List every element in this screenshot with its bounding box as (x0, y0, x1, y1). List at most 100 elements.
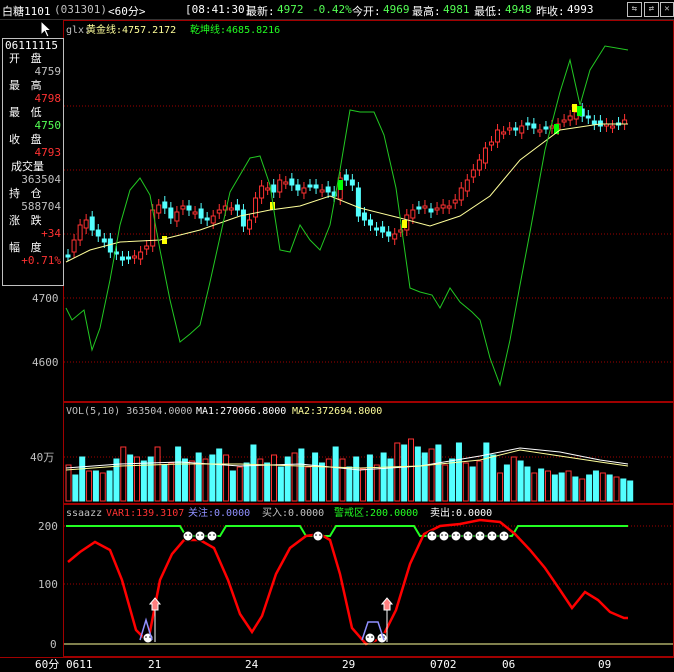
candle-body (489, 141, 494, 146)
var1-line (67, 518, 628, 646)
candle-body (277, 179, 283, 193)
smiley-eye (371, 636, 373, 638)
volume-bar (394, 442, 401, 502)
warning-zone-line (66, 525, 628, 537)
window-maximize-icon[interactable]: ⇄ (644, 2, 659, 17)
smiley-icon (462, 530, 474, 542)
volume-bar (216, 448, 223, 502)
candle-body (307, 184, 313, 188)
x-date-0702: 0702 (430, 658, 457, 671)
smiley-eye (493, 534, 495, 536)
candle-body (77, 224, 83, 241)
candle-body (386, 231, 392, 237)
volume-bar (428, 448, 435, 502)
x-date-09: 09 (598, 658, 611, 671)
volume-bar (127, 454, 134, 502)
high-value: 4981 (443, 3, 470, 16)
warning-label: 警戒区:200.0000 (334, 506, 418, 519)
candle-body (228, 207, 234, 211)
volume-bar (277, 466, 284, 502)
prev-close-value: 4993 (567, 3, 594, 16)
candle-body (561, 119, 567, 123)
change-pct: -0.42% (312, 3, 352, 16)
smiley-icon (312, 530, 324, 542)
smiley-icon (450, 530, 462, 542)
smiley-eye (481, 534, 483, 536)
gold-line-label: 黄金线:4757.2172 (86, 23, 176, 36)
volume-bar (462, 462, 469, 502)
volume-bar-series (65, 438, 634, 502)
info-high-label: 最 高 (9, 79, 44, 92)
volume-bar (305, 466, 312, 502)
smiley-eye (315, 534, 317, 536)
volume-bar (483, 442, 490, 502)
x-axis: 60分 0611 21 24 29 0702 06 09 (0, 657, 674, 671)
volume-bar (353, 456, 360, 502)
smiley-icon (182, 530, 194, 542)
info-open-value: 4759 (34, 65, 62, 78)
volume-bar (558, 472, 565, 502)
volume-bar (373, 464, 380, 502)
smiley-eye (209, 534, 211, 536)
volume-bar (325, 458, 332, 502)
info-hold-label: 持 仓 (9, 187, 44, 200)
volume-bar (271, 454, 277, 502)
volume-bar (517, 460, 524, 502)
smiley-eye (433, 534, 435, 536)
quote-time: [08:41:30] (185, 3, 252, 16)
candle-body (519, 125, 525, 134)
candle-body (107, 238, 113, 253)
low-value: 4948 (505, 3, 532, 16)
candle-body (126, 256, 131, 260)
smiley-eye (213, 534, 215, 536)
volume-bar (209, 454, 216, 502)
volume-bar (236, 466, 243, 502)
attention-label: 关注:0.0000 (188, 506, 250, 519)
volume-bar (120, 446, 127, 502)
info-close-value: 4793 (34, 146, 62, 159)
volume-bar (360, 468, 367, 502)
info-change-label: 涨 跌 (9, 214, 44, 227)
y-tick-4600: 4600 (32, 356, 59, 369)
candle-body (416, 206, 422, 210)
window-close-icon[interactable]: ✕ (660, 2, 674, 17)
candle-body (392, 233, 398, 240)
volume-bar (551, 474, 558, 502)
candle-body (476, 159, 482, 171)
info-volume-value: 363504 (21, 173, 61, 186)
volume-bar (318, 462, 325, 502)
volume-bar (565, 470, 572, 502)
low-label: 最低: (474, 5, 503, 18)
volume-bar (202, 458, 209, 502)
x-date-29: 29 (342, 658, 355, 671)
high-label: 最高: (412, 5, 441, 18)
window-restore-icon[interactable]: ⇆ (627, 2, 642, 17)
x-date-21: 21 (148, 658, 161, 671)
volume-bar (531, 472, 538, 502)
candle-body (495, 129, 501, 143)
vol-y-tick: 40万 (30, 451, 54, 464)
period-selector[interactable]: <60分> (108, 3, 146, 19)
candle-body (464, 179, 470, 192)
volume-bar (181, 458, 188, 502)
candle-body (174, 211, 180, 222)
sell-label: 卖出:0.0000 (430, 506, 492, 519)
candle-body (101, 238, 107, 243)
volume-bar (140, 460, 147, 502)
kline-chart-area[interactable]: 4700 4600 40万 200 100 0 glx: 黄金线:4757.21… (0, 20, 674, 672)
volume-bar (346, 466, 353, 502)
house-arrow-icon (148, 597, 162, 611)
volume-bar (627, 480, 634, 502)
smiley-icon (194, 530, 206, 542)
candle-body (283, 181, 289, 185)
candle-body (374, 227, 380, 231)
x-date-06: 06 (502, 658, 515, 671)
volume-bar (579, 478, 586, 502)
candle-body (319, 189, 325, 193)
volume-bar (435, 444, 442, 502)
smiley-eye (457, 534, 459, 536)
candle-body (470, 169, 476, 178)
candle-body (144, 245, 150, 250)
volume-bar (332, 446, 339, 502)
volume-bar (195, 452, 202, 502)
